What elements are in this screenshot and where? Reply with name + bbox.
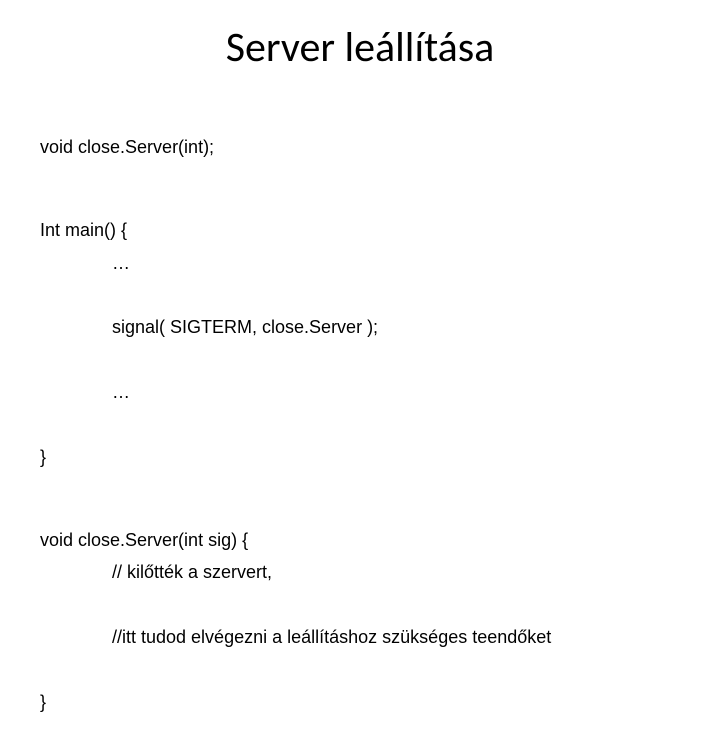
- code-line: //itt tudod elvégezni a leállításhoz szü…: [40, 621, 680, 653]
- code-line: …: [40, 376, 680, 408]
- code-line: }: [40, 447, 46, 467]
- blank-line: [40, 164, 680, 182]
- code-line: // kilőtték a szervert,: [40, 556, 680, 588]
- code-line: …: [40, 247, 680, 279]
- code-line: void close.Server(int);: [40, 137, 214, 157]
- code-block: void close.Server(int); Int main() { … s…: [40, 99, 680, 750]
- blank-line: [40, 473, 680, 491]
- code-line: signal( SIGTERM, close.Server );: [40, 311, 680, 343]
- slide-title: Server leállítása: [40, 22, 680, 73]
- code-line: }: [40, 692, 46, 712]
- code-line: Int main() {: [40, 220, 127, 240]
- slide: Server leállítása void close.Server(int)…: [0, 0, 720, 540]
